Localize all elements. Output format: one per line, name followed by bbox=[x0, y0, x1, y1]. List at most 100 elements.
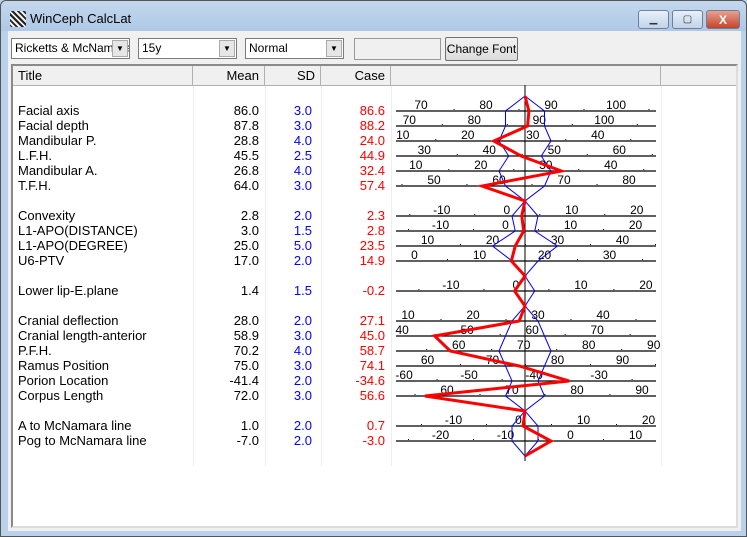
polygon-chart: 70 80 90 10070 80 90 10010 20 30 4030 40 50 6010 20 30… bbox=[395, 85, 661, 461]
close-button[interactable]: X bbox=[706, 10, 740, 29]
minor-tick bbox=[538, 229, 539, 230]
tick-label: 10 bbox=[574, 278, 588, 292]
minor-tick bbox=[578, 169, 580, 170]
tick-label: 90 bbox=[635, 383, 649, 397]
tick-label: -30 bbox=[590, 368, 608, 382]
minor-tick bbox=[506, 124, 508, 125]
analysis-select[interactable]: Ricketts & McNamara ▼ bbox=[11, 38, 130, 59]
minor-tick bbox=[596, 184, 598, 185]
minor-tick bbox=[474, 214, 476, 215]
minimize-button[interactable]: ▁ bbox=[638, 10, 669, 29]
tick-label: 80 bbox=[468, 113, 482, 127]
minor-tick bbox=[505, 319, 507, 320]
minor-tick bbox=[570, 319, 572, 320]
tick-label: 70 bbox=[414, 98, 428, 112]
minor-tick bbox=[447, 259, 448, 260]
maximize-button[interactable]: ▢ bbox=[672, 10, 703, 29]
minor-tick bbox=[655, 364, 656, 365]
minor-tick bbox=[491, 349, 493, 350]
tick-label: 80 bbox=[582, 338, 596, 352]
tick-label: -10 bbox=[442, 278, 460, 292]
tick-label: 30 bbox=[603, 248, 617, 262]
tick-label: -10 bbox=[445, 413, 463, 427]
client-area: Ricketts & McNamara ▼ 15y ▼ Normal ▼ Change… bbox=[8, 31, 741, 531]
minor-tick bbox=[648, 109, 650, 110]
tick-label: 10 bbox=[396, 128, 410, 142]
minor-tick bbox=[629, 334, 631, 335]
tick-label: 30 bbox=[551, 233, 565, 247]
minor-tick bbox=[613, 289, 615, 290]
minor-tick bbox=[466, 184, 468, 185]
minor-tick bbox=[544, 394, 546, 395]
minor-tick bbox=[556, 349, 558, 350]
minor-tick bbox=[603, 439, 604, 440]
window-title: WinCeph CalcLat bbox=[30, 11, 132, 26]
minor-tick bbox=[583, 109, 585, 110]
tick-label: 100 bbox=[594, 113, 614, 127]
chevron-down-icon[interactable]: ▼ bbox=[219, 40, 235, 57]
minor-tick bbox=[586, 154, 588, 155]
app-icon bbox=[10, 11, 26, 27]
tick-label: 60 bbox=[421, 353, 435, 367]
minor-tick bbox=[630, 139, 632, 140]
chevron-down-icon[interactable]: ▼ bbox=[326, 40, 342, 57]
minor-tick bbox=[479, 394, 481, 395]
age-select[interactable]: 15y ▼ bbox=[138, 38, 237, 59]
minor-tick bbox=[571, 124, 573, 125]
minor-tick bbox=[473, 229, 474, 230]
tick-label: 40 bbox=[591, 128, 605, 142]
font-preview-field bbox=[354, 38, 441, 60]
chevron-down-icon[interactable]: ▼ bbox=[112, 40, 128, 57]
minor-tick bbox=[501, 379, 503, 380]
minor-tick bbox=[448, 169, 450, 170]
tick-label: 20 bbox=[466, 308, 480, 322]
minor-tick bbox=[616, 424, 617, 425]
tick-label: 90 bbox=[544, 98, 558, 112]
minor-tick bbox=[539, 214, 541, 215]
tick-label: 40 bbox=[616, 233, 630, 247]
tick-label: 30 bbox=[526, 128, 540, 142]
minor-tick bbox=[436, 379, 438, 380]
minor-tick bbox=[565, 139, 567, 140]
tick-label: 50 bbox=[548, 143, 562, 157]
tick-label: 20 bbox=[461, 128, 475, 142]
tick-label: -60 bbox=[395, 368, 413, 382]
minor-tick bbox=[631, 379, 633, 380]
tick-label: 90 bbox=[616, 353, 630, 367]
tick-label: 30 bbox=[418, 143, 432, 157]
minor-tick bbox=[551, 424, 552, 425]
tick-label: 70 bbox=[590, 323, 604, 337]
tick-label: 80 bbox=[551, 353, 565, 367]
tick-label: 10 bbox=[629, 428, 643, 442]
minor-tick bbox=[483, 289, 485, 290]
tick-label: 80 bbox=[479, 98, 493, 112]
change-font-button[interactable]: Change Font bbox=[445, 37, 518, 61]
tick-label: 10 bbox=[473, 248, 487, 262]
minor-tick bbox=[460, 244, 461, 245]
mode-select[interactable]: Normal ▼ bbox=[245, 38, 344, 59]
tick-label: -10 bbox=[432, 218, 450, 232]
window: WinCeph CalcLat ▁ ▢ X Ricketts & McNamar… bbox=[0, 0, 747, 537]
tick-label: 60 bbox=[452, 338, 466, 352]
tick-label: 10 bbox=[409, 158, 423, 172]
tick-label: 20 bbox=[486, 233, 500, 247]
minor-tick bbox=[486, 424, 487, 425]
tick-label: 10 bbox=[401, 308, 415, 322]
minor-tick bbox=[409, 214, 411, 215]
minor-tick bbox=[531, 184, 533, 185]
title-bar[interactable]: WinCeph CalcLat ▁ ▢ X bbox=[1, 1, 746, 31]
tick-label: 20 bbox=[630, 203, 644, 217]
minor-tick bbox=[621, 349, 623, 350]
minor-tick bbox=[418, 289, 420, 290]
minor-tick bbox=[577, 259, 578, 260]
mode-value: Normal bbox=[249, 41, 288, 55]
age-value: 15y bbox=[142, 41, 162, 55]
tick-label: 0 bbox=[503, 203, 510, 217]
minor-tick bbox=[609, 394, 611, 395]
minor-tick bbox=[518, 109, 520, 110]
tick-label: 0 bbox=[567, 428, 574, 442]
tick-label: -50 bbox=[460, 368, 478, 382]
tick-label: 40 bbox=[395, 323, 409, 337]
results-table: Title Mean SD Case Facial axis 86.0 3.0 86.… bbox=[11, 64, 738, 528]
minor-tick bbox=[590, 244, 591, 245]
